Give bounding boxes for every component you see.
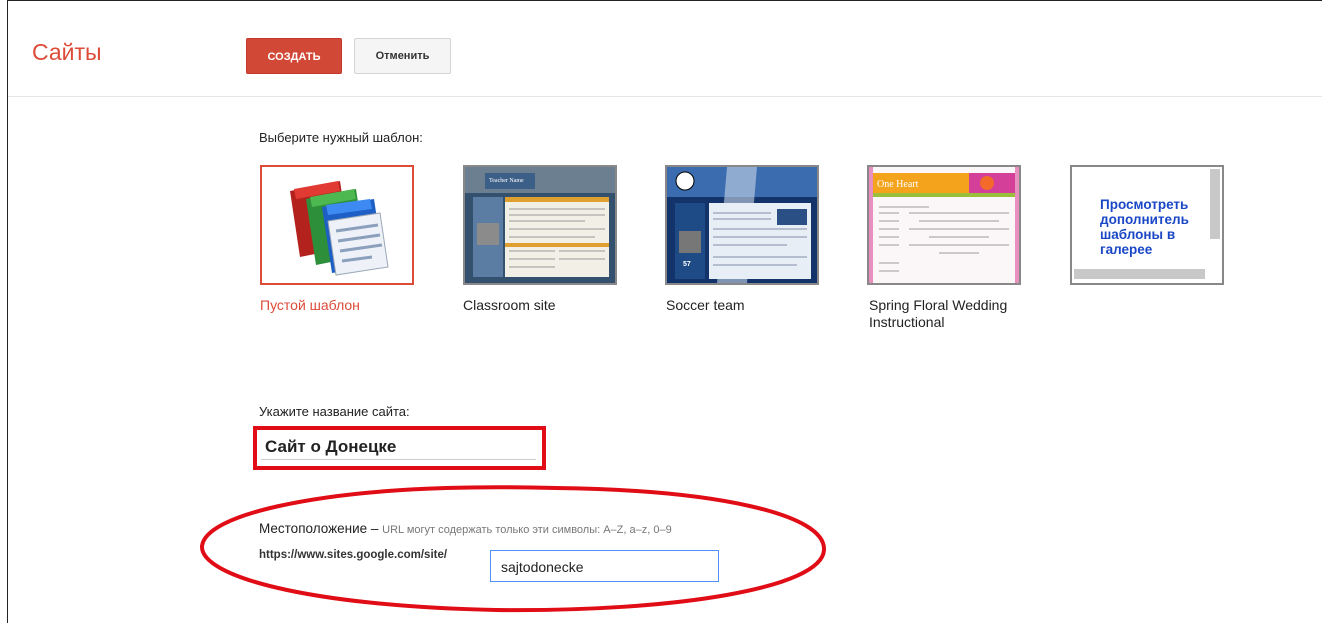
more-templates-link[interactable]: Просмотреть дополнитель шаблоны в галере…	[1100, 197, 1212, 261]
annotation-ellipse	[199, 485, 827, 613]
site-name-label: Укажите название сайта:	[259, 404, 410, 419]
template-floral-thumbnail[interactable]: One Heart	[867, 165, 1021, 285]
svg-text:57: 57	[683, 261, 691, 268]
horizontal-scrollbar[interactable]	[1074, 269, 1205, 279]
floral-preview: One Heart	[869, 167, 1019, 283]
template-floral-label[interactable]: Spring Floral Wedding Instructional	[869, 297, 1029, 331]
soccer-preview: 57	[667, 167, 817, 283]
site-name-highlight: Сайт о Донецке	[253, 426, 546, 470]
template-blank-label[interactable]: Пустой шаблон	[260, 297, 420, 314]
svg-text:Teacher Name: Teacher Name	[489, 178, 524, 184]
google-sites-icon	[290, 181, 389, 276]
site-name-input[interactable]: Сайт о Донецке	[265, 437, 396, 457]
svg-text:One Heart: One Heart	[877, 179, 919, 190]
app-title: Сайты	[32, 39, 102, 65]
vertical-scrollbar[interactable]	[1210, 169, 1220, 239]
top-bar: Сайты СОЗДАТЬ Отменить	[8, 1, 1322, 97]
more-templates-panel[interactable]: Просмотреть дополнитель шаблоны в галере…	[1070, 165, 1224, 285]
template-soccer-label[interactable]: Soccer team	[666, 297, 826, 314]
site-name-underline	[261, 459, 536, 460]
template-soccer-thumbnail[interactable]: 57	[665, 165, 819, 285]
template-blank-thumbnail[interactable]	[260, 165, 414, 285]
classroom-preview: Teacher Name	[465, 167, 615, 283]
template-section-label: Выберите нужный шаблон:	[259, 130, 423, 145]
template-classroom-label[interactable]: Classroom site	[463, 297, 623, 314]
create-button[interactable]: СОЗДАТЬ	[246, 38, 342, 74]
template-classroom-thumbnail[interactable]: Teacher Name	[463, 165, 617, 285]
cancel-button[interactable]: Отменить	[354, 38, 451, 74]
